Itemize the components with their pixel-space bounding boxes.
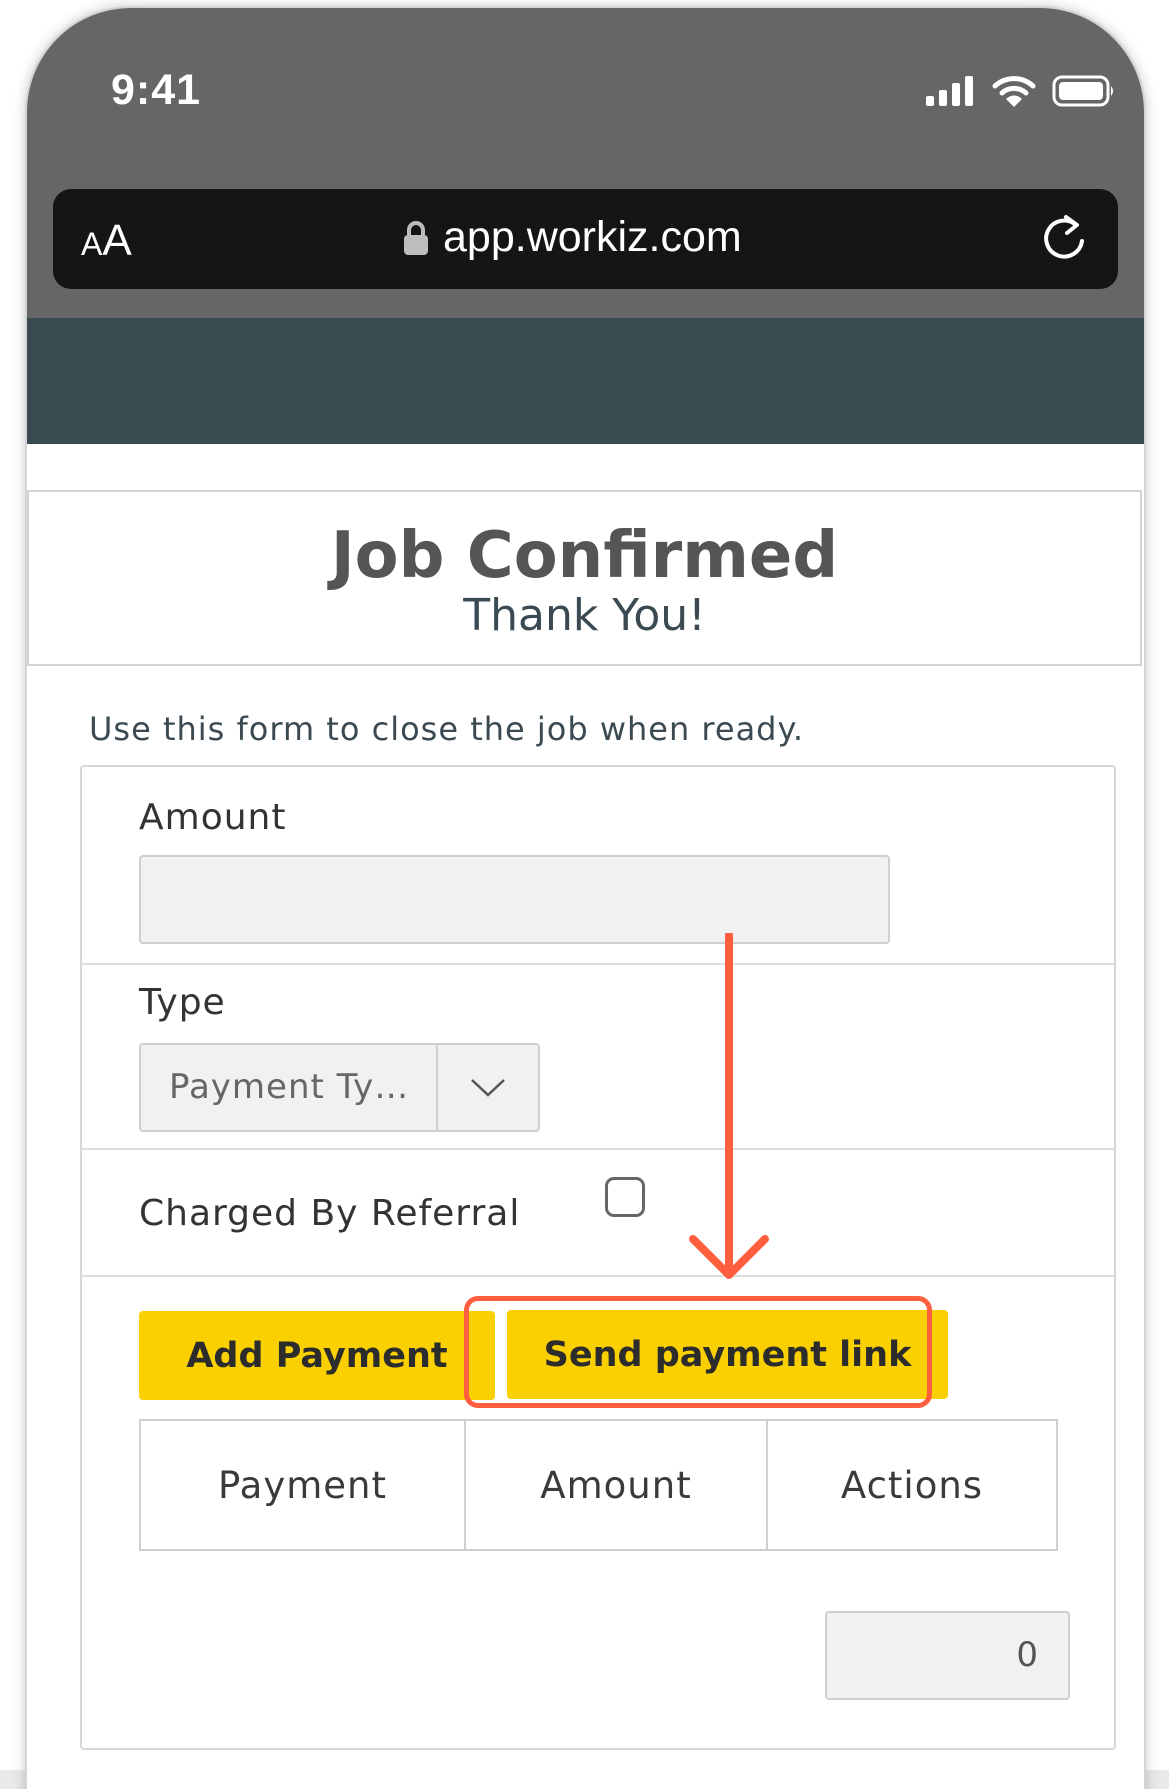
annotation-highlight — [464, 1296, 932, 1408]
url-bar[interactable]: AA app.workiz.com — [53, 189, 1118, 289]
cellular-signal-icon — [926, 76, 973, 106]
reload-icon[interactable] — [1036, 211, 1092, 267]
dropdown-toggle[interactable] — [436, 1045, 538, 1130]
amount-label: Amount — [139, 797, 287, 838]
phone-frame: 9:41 AA app.workiz.com Job Confirmed Tha… — [27, 8, 1144, 1789]
battery-icon — [1052, 75, 1113, 107]
confirmation-card: Job Confirmed Thank You! — [27, 490, 1142, 666]
column-header-payment: Payment — [218, 1463, 387, 1507]
app-header — [27, 318, 1144, 444]
payments-total-field: 0 — [825, 1611, 1070, 1700]
url-text: app.workiz.com — [443, 213, 742, 261]
payment-type-value: Payment Ty… — [169, 1067, 410, 1107]
status-icons — [926, 74, 1116, 108]
chevron-down-icon — [471, 1078, 505, 1097]
annotation-arrow-icon — [689, 933, 769, 1279]
divider — [82, 1148, 1114, 1150]
url-display[interactable]: app.workiz.com — [403, 213, 742, 262]
page-title: Job Confirmed — [330, 519, 839, 593]
status-time: 9:41 — [111, 66, 202, 114]
type-label: Type — [139, 982, 226, 1023]
amount-input[interactable] — [139, 855, 890, 944]
column-header-actions: Actions — [766, 1421, 1056, 1549]
wifi-icon — [992, 76, 1036, 107]
charged-by-referral-label: Charged By Referral — [139, 1193, 521, 1234]
lock-icon — [404, 220, 428, 255]
divider — [82, 1275, 1114, 1277]
page-subtitle: Thank You! — [463, 590, 706, 641]
payments-table-header: Payment Amount Actions — [139, 1419, 1058, 1551]
charged-by-referral-checkbox[interactable] — [605, 1177, 645, 1217]
browser-chrome: 9:41 AA app.workiz.com — [27, 8, 1144, 318]
payment-type-select[interactable]: Payment Ty… — [139, 1043, 540, 1132]
text-size-button[interactable]: AA — [81, 219, 132, 266]
close-job-form: Amount Type Payment Ty… Charged By Refer… — [80, 765, 1116, 1750]
add-payment-button[interactable]: Add Payment — [139, 1311, 495, 1400]
intro-text: Use this form to close the job when read… — [89, 710, 805, 748]
screen: 9:41 AA app.workiz.com Job Confirmed Tha… — [0, 0, 1169, 1789]
column-header-amount: Amount — [464, 1421, 766, 1549]
divider — [82, 963, 1114, 965]
